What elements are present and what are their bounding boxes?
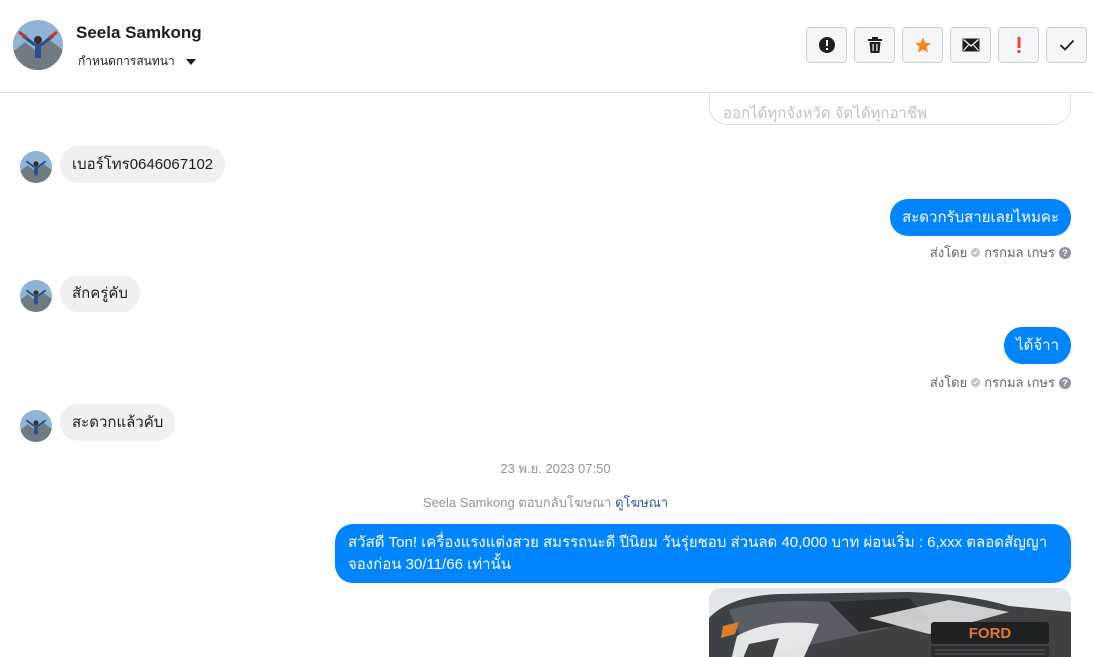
view-ad-link[interactable]: ดูโฆษณา bbox=[615, 495, 668, 510]
sent-by-label: ส่งโดย bbox=[929, 375, 968, 390]
spam-button[interactable] bbox=[806, 27, 847, 63]
message-timestamp: 23 พ.ย. 2023 07:50 bbox=[500, 461, 611, 476]
star-icon bbox=[914, 37, 931, 53]
help-icon[interactable]: ? bbox=[1059, 246, 1071, 259]
check-circle-icon bbox=[971, 248, 981, 257]
sent-by-line: ส่งโดย กรกมล เกษร ? bbox=[930, 242, 1071, 263]
sent-by-line: ส่งโดย กรกมล เกษร ? bbox=[930, 372, 1071, 393]
assign-conversation-dropdown[interactable]: กำหนดการสนทนา bbox=[78, 52, 196, 71]
contact-avatar-small[interactable] bbox=[20, 151, 52, 183]
car-photo: FORD bbox=[709, 588, 1071, 657]
star-button[interactable] bbox=[902, 27, 943, 63]
ad-reply-notice: Seela Samkong ตอบกลับโฆษณา ดูโฆษณา bbox=[0, 492, 1091, 513]
caret-down-icon bbox=[185, 58, 196, 65]
sent-by-label: ส่งโดย bbox=[929, 245, 968, 260]
message-bubble-outgoing: สะดวกรับสายเลยไหมคะ bbox=[890, 199, 1071, 236]
check-icon bbox=[1059, 39, 1074, 51]
message-bubble-outgoing: ได้จ้าา bbox=[1004, 327, 1071, 364]
envelope-icon bbox=[962, 38, 979, 52]
message-bubble-incoming: สะดวกแล้วคับ bbox=[60, 404, 176, 441]
mark-unread-button[interactable] bbox=[950, 27, 991, 63]
car-brand-text: FORD bbox=[969, 625, 1012, 642]
message-text: ออกได้ทุกจังหวัด จัดได้ทุกอาชีพ bbox=[723, 105, 927, 122]
help-icon[interactable]: ? bbox=[1059, 376, 1071, 389]
message-bubble-outgoing: สวัสดี Ton! เครื่องแรงแต่งสวย สมรรถนะดี … bbox=[335, 524, 1071, 583]
contact-avatar-small[interactable] bbox=[20, 410, 52, 442]
important-button[interactable] bbox=[998, 27, 1039, 63]
exclamation-icon bbox=[1017, 37, 1020, 53]
car-photo-attachment[interactable]: FORD bbox=[709, 588, 1071, 657]
trash-icon bbox=[867, 37, 882, 53]
conversation-header: Seela Samkong กำหนดการสนทนา bbox=[0, 0, 1093, 93]
message-bubble-incoming: เบอร์โทร0646067102 bbox=[60, 146, 226, 183]
check-circle-icon bbox=[971, 378, 981, 387]
contact-avatar-small[interactable] bbox=[20, 280, 52, 312]
ad-reply-text: Seela Samkong ตอบกลับโฆษณา bbox=[422, 495, 612, 510]
message-bubble-outgoing-partial: ออกได้ทุกจังหวัด จัดได้ทุกอาชีพ bbox=[709, 94, 1071, 125]
action-toolbar bbox=[806, 27, 1087, 63]
contact-name: Seela Samkong bbox=[76, 23, 202, 42]
done-button[interactable] bbox=[1046, 27, 1087, 63]
assign-label: กำหนดการสนทนา bbox=[78, 54, 175, 68]
sent-by-name: กรกมล เกษร bbox=[984, 375, 1055, 390]
alert-circle-icon bbox=[818, 37, 835, 53]
message-thread[interactable]: ออกได้ทุกจังหวัด จัดได้ทุกอาชีพ เบอร์โทร… bbox=[0, 94, 1093, 657]
sent-by-name: กรกมล เกษร bbox=[984, 245, 1055, 260]
contact-avatar[interactable] bbox=[13, 20, 63, 70]
delete-button[interactable] bbox=[854, 27, 895, 63]
message-bubble-incoming: สักครู่คับ bbox=[60, 275, 140, 312]
